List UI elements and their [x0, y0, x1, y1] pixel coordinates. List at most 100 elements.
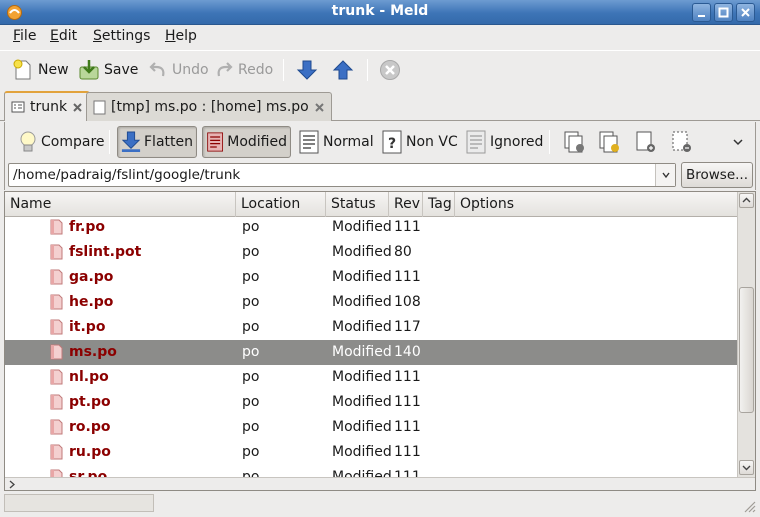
- menu-edit[interactable]: Edit: [50, 28, 77, 44]
- scroll-up-button[interactable]: [739, 193, 754, 208]
- compare-button[interactable]: Compare: [15, 126, 108, 158]
- redo-button[interactable]: Redo: [214, 57, 273, 83]
- table-row[interactable]: fslint.pot po Modified 80: [5, 240, 737, 265]
- column-status[interactable]: Status: [326, 192, 389, 217]
- update-icon: [599, 131, 619, 153]
- menu-file[interactable]: File: [13, 28, 36, 44]
- chevron-right-icon[interactable]: [8, 480, 16, 489]
- file-location: po: [242, 419, 260, 435]
- tab-strip: trunk [tmp] ms.po : [home] ms.po: [0, 89, 760, 121]
- folder-view-icon: [11, 101, 25, 113]
- previous-change-button[interactable]: [332, 57, 354, 83]
- ignored-toggle[interactable]: Ignored: [462, 126, 546, 158]
- menu-settings[interactable]: Settings: [93, 28, 150, 44]
- table-row[interactable]: he.po po Modified 108: [5, 290, 737, 315]
- file-name: pt.po: [69, 394, 111, 410]
- toolbar-overflow-button[interactable]: [729, 126, 747, 158]
- table-row[interactable]: ru.po po Modified 111: [5, 440, 737, 465]
- update-button[interactable]: [595, 126, 625, 158]
- menu-bar: File Edit Settings Help: [0, 25, 760, 49]
- modified-file-icon: [50, 444, 63, 460]
- save-icon: [79, 60, 99, 80]
- remove-button[interactable]: [667, 126, 697, 158]
- table-row[interactable]: ro.po po Modified 111: [5, 415, 737, 440]
- undo-icon: [149, 62, 165, 77]
- location-value: /home/padraig/fslint/google/trunk: [13, 167, 241, 183]
- maximize-icon: [718, 7, 729, 18]
- close-tab-icon[interactable]: [72, 102, 83, 113]
- toolbar-separator: [367, 59, 368, 81]
- commit-button[interactable]: [560, 126, 590, 158]
- ignored-file-icon: [466, 130, 486, 154]
- file-location: po: [242, 369, 260, 385]
- file-location: po: [242, 394, 260, 410]
- file-revision: 140: [394, 344, 421, 360]
- file-location: po: [242, 294, 260, 310]
- file-revision: 111: [394, 369, 421, 385]
- table-row[interactable]: ms.po po Modified 140: [5, 340, 737, 365]
- non-vc-label: Non VC: [406, 134, 458, 150]
- column-options[interactable]: Options: [455, 192, 737, 217]
- horizontal-scrollbar[interactable]: [5, 477, 755, 490]
- column-rev[interactable]: Rev: [389, 192, 423, 217]
- main-toolbar: New Save Undo Redo: [0, 50, 760, 88]
- tab-file-compare[interactable]: [tmp] ms.po : [home] ms.po: [86, 92, 332, 121]
- normal-file-icon: [299, 130, 319, 154]
- flatten-toggle[interactable]: Flatten: [117, 126, 197, 158]
- modified-toggle[interactable]: Modified: [202, 126, 291, 158]
- normal-toggle[interactable]: Normal: [295, 126, 377, 158]
- table-row[interactable]: nl.po po Modified 111: [5, 365, 737, 390]
- tab-trunk[interactable]: trunk: [4, 91, 91, 121]
- menu-help[interactable]: Help: [165, 28, 197, 44]
- location-dropdown-button[interactable]: [655, 164, 675, 186]
- flatten-label: Flatten: [144, 134, 193, 150]
- table-row[interactable]: fr.po po Modified 111: [5, 217, 737, 240]
- save-label: Save: [104, 62, 139, 78]
- modified-file-icon: [50, 394, 63, 410]
- lightbulb-icon: [20, 131, 36, 152]
- file-name: ms.po: [69, 344, 117, 360]
- scroll-down-button[interactable]: [739, 460, 754, 475]
- file-compare-icon: [93, 100, 106, 114]
- next-change-button[interactable]: [296, 57, 318, 83]
- add-button[interactable]: [631, 126, 661, 158]
- resize-grip-icon[interactable]: [742, 499, 756, 513]
- file-name: fr.po: [69, 219, 105, 235]
- save-button[interactable]: Save: [78, 57, 138, 83]
- new-button[interactable]: New: [12, 57, 69, 83]
- table-row[interactable]: ga.po po Modified 111: [5, 265, 737, 290]
- file-name: nl.po: [69, 369, 109, 385]
- remove-file-icon: [672, 131, 691, 152]
- location-combo[interactable]: /home/padraig/fslint/google/trunk: [8, 163, 676, 187]
- commit-icon: [564, 131, 584, 153]
- maximize-button[interactable]: [714, 3, 733, 22]
- column-tag[interactable]: Tag: [423, 192, 455, 217]
- close-tab-icon[interactable]: [314, 102, 325, 113]
- svg-text:?: ?: [388, 136, 396, 152]
- column-name[interactable]: Name: [5, 192, 236, 217]
- stop-button[interactable]: [379, 57, 401, 83]
- ignored-label: Ignored: [490, 134, 544, 150]
- undo-label: Undo: [172, 62, 209, 78]
- tab-label: trunk: [30, 99, 68, 115]
- modified-file-icon: [50, 319, 63, 335]
- undo-button[interactable]: Undo: [148, 57, 209, 83]
- close-window-button[interactable]: [736, 3, 755, 22]
- arrow-up-icon: [332, 60, 354, 80]
- scroll-thumb[interactable]: [739, 287, 754, 413]
- file-status: Modified: [332, 244, 392, 260]
- file-revision: 111: [394, 219, 421, 235]
- table-row[interactable]: pt.po po Modified 111: [5, 390, 737, 415]
- title-bar: trunk - Meld: [0, 0, 760, 25]
- column-location[interactable]: Location: [236, 192, 326, 217]
- table-row[interactable]: it.po po Modified 117: [5, 315, 737, 340]
- file-name: it.po: [69, 319, 106, 335]
- non-vc-toggle[interactable]: ? Non VC: [378, 126, 461, 158]
- flatten-arrow-icon: [121, 131, 141, 152]
- minimize-button[interactable]: [692, 3, 711, 22]
- file-revision: 108: [394, 294, 421, 310]
- new-label: New: [38, 62, 69, 78]
- modified-file-icon: [50, 269, 63, 285]
- vertical-scrollbar[interactable]: [737, 192, 755, 477]
- browse-button[interactable]: Browse...: [681, 162, 753, 188]
